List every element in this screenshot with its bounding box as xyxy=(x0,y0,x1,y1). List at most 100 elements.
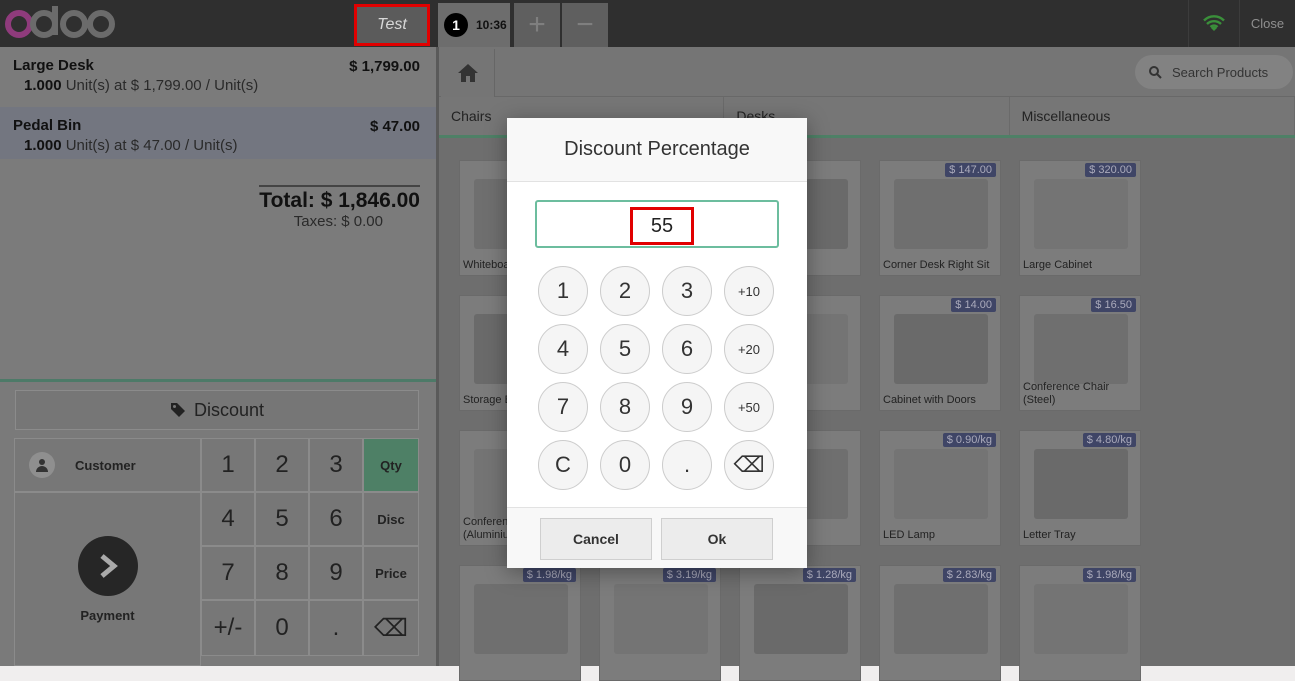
product-price-tag: $ 1.28/kg xyxy=(802,568,856,582)
dialog-key-0[interactable]: 0 xyxy=(600,440,650,490)
close-button[interactable]: Close xyxy=(1239,0,1295,47)
order-taxes: Taxes: $ 0.00 xyxy=(293,213,383,230)
numpad-key-5[interactable]: 5 xyxy=(255,492,309,546)
dialog-key-clear[interactable]: C xyxy=(538,440,588,490)
dialog-key-plus10[interactable]: +10 xyxy=(724,266,774,316)
numpad-key-9[interactable]: 9 xyxy=(309,546,363,600)
orderline-price: $ 1,799.00 xyxy=(349,58,420,75)
add-order-button[interactable]: + xyxy=(514,3,560,47)
orderline-qty: 1.000 xyxy=(24,77,62,94)
numpad-key-0[interactable]: 0 xyxy=(255,600,309,656)
orderline-name: Pedal Bin xyxy=(13,117,82,134)
orderline-detail: Unit(s) at $ 1,799.00 / Unit(s) xyxy=(65,77,259,94)
discount-button[interactable]: Discount xyxy=(15,390,419,430)
payment-button[interactable]: Payment xyxy=(14,492,201,666)
tag-icon xyxy=(170,403,185,417)
product-image xyxy=(474,584,568,654)
orderline[interactable]: Large Desk $ 1,799.00 1.000 Unit(s) at $… xyxy=(0,47,436,99)
discount-label: Discount xyxy=(193,399,265,420)
numpad-key-8[interactable]: 8 xyxy=(255,546,309,600)
numpad-key-3[interactable]: 3 xyxy=(309,438,363,492)
product-card[interactable]: $ 320.00 Large Cabinet xyxy=(1019,160,1141,276)
product-card[interactable]: $ 3.19/kg xyxy=(599,565,721,681)
search-input[interactable]: Search Products xyxy=(1135,55,1293,89)
mode-qty-button[interactable]: Qty xyxy=(363,438,419,492)
orderlines: Large Desk $ 1,799.00 1.000 Unit(s) at $… xyxy=(0,47,436,380)
product-name: Cabinet with Doors xyxy=(883,394,976,406)
orderline-qty: 1.000 xyxy=(24,137,62,154)
dialog-backspace-key[interactable]: ⌫ xyxy=(724,440,774,490)
orderline-selected[interactable]: Pedal Bin $ 47.00 1.000 Unit(s) at $ 47.… xyxy=(0,107,436,159)
product-image xyxy=(894,179,988,249)
product-price-tag: $ 16.50 xyxy=(1091,298,1136,312)
cancel-button[interactable]: Cancel xyxy=(540,518,652,560)
product-name: Large Cabinet xyxy=(1023,259,1093,271)
dialog-key-1[interactable]: 1 xyxy=(538,266,588,316)
numpad-key-2[interactable]: 2 xyxy=(255,438,309,492)
dialog-key-5[interactable]: 5 xyxy=(600,324,650,374)
numpad-key-7[interactable]: 7 xyxy=(201,546,255,600)
discount-input[interactable]: 55 xyxy=(535,200,779,248)
pane-divider xyxy=(0,379,436,382)
session-name: Test xyxy=(354,4,430,46)
dialog-footer: Cancel Ok xyxy=(507,507,807,568)
product-price-tag: $ 1.98/kg xyxy=(522,568,576,582)
numpad-key-1[interactable]: 1 xyxy=(201,438,255,492)
order-number: 1 xyxy=(444,13,468,37)
product-image xyxy=(894,314,988,384)
mode-price-button[interactable]: Price xyxy=(363,546,419,600)
order-summary: Total: $ 1,846.00 Taxes: $ 0.00 xyxy=(259,185,420,230)
product-image xyxy=(894,449,988,519)
product-image xyxy=(614,584,708,654)
dialog-key-dot[interactable]: . xyxy=(662,440,712,490)
product-card[interactable]: $ 4.80/kg Letter Tray xyxy=(1019,430,1141,546)
product-card[interactable]: $ 147.00 Corner Desk Right Sit xyxy=(879,160,1001,276)
dialog-key-8[interactable]: 8 xyxy=(600,382,650,432)
dialog-key-2[interactable]: 2 xyxy=(600,266,650,316)
product-image xyxy=(894,584,988,654)
dialog-key-plus20[interactable]: +20 xyxy=(724,324,774,374)
ok-button[interactable]: Ok xyxy=(661,518,773,560)
product-card[interactable]: $ 14.00 Cabinet with Doors xyxy=(879,295,1001,411)
wifi-icon xyxy=(1188,0,1238,47)
dialog-key-4[interactable]: 4 xyxy=(538,324,588,374)
customer-button[interactable]: Customer xyxy=(14,438,201,492)
remove-order-button[interactable]: − xyxy=(562,3,608,47)
product-card[interactable]: $ 1.28/kg xyxy=(739,565,861,681)
numpad-key-sign[interactable]: +/- xyxy=(201,600,255,656)
product-name: Letter Tray xyxy=(1023,529,1076,541)
numpad-key-6[interactable]: 6 xyxy=(309,492,363,546)
backspace-key[interactable]: ⌫ xyxy=(363,600,419,656)
mode-disc-button[interactable]: Disc xyxy=(363,492,419,546)
numpad-key-dot[interactable]: . xyxy=(309,600,363,656)
product-image xyxy=(1034,314,1128,384)
product-price-tag: $ 1.98/kg xyxy=(1082,568,1136,582)
numpad-key-4[interactable]: 4 xyxy=(201,492,255,546)
dialog-key-7[interactable]: 7 xyxy=(538,382,588,432)
user-icon xyxy=(29,452,55,478)
actionpad: Customer Payment 1 2 3 Qty 4 5 6 Disc 7 … xyxy=(14,438,419,666)
product-card[interactable]: $ 0.90/kg LED Lamp xyxy=(879,430,1001,546)
top-bar: Test 1 10:36 + − Close xyxy=(0,0,1295,47)
order-total: Total: $ 1,846.00 xyxy=(259,185,420,213)
dialog-key-9[interactable]: 9 xyxy=(662,382,712,432)
home-icon[interactable] xyxy=(441,49,495,97)
order-tab[interactable]: 1 10:36 xyxy=(438,3,510,47)
orderline-info: 1.000 Unit(s) at $ 1,799.00 / Unit(s) xyxy=(24,77,422,94)
search-placeholder: Search Products xyxy=(1172,64,1269,80)
dialog-key-6[interactable]: 6 xyxy=(662,324,712,374)
payment-label: Payment xyxy=(80,607,135,623)
category-miscellaneous[interactable]: Miscellaneous xyxy=(1010,97,1295,135)
dialog-numpad: 1 2 3 +10 4 5 6 +20 7 8 9 +50 C 0 . ⌫ xyxy=(538,266,778,490)
product-card[interactable]: $ 1.98/kg xyxy=(1019,565,1141,681)
order-pane: Large Desk $ 1,799.00 1.000 Unit(s) at $… xyxy=(0,47,436,666)
product-card[interactable]: $ 16.50 Conference Chair (Steel) xyxy=(1019,295,1141,411)
product-price-tag: $ 3.19/kg xyxy=(662,568,716,582)
product-card[interactable]: $ 1.98/kg xyxy=(459,565,581,681)
odoo-logo xyxy=(5,6,115,38)
product-card[interactable]: $ 2.83/kg xyxy=(879,565,1001,681)
dialog-key-3[interactable]: 3 xyxy=(662,266,712,316)
product-name: LED Lamp xyxy=(883,529,935,541)
search-icon xyxy=(1149,65,1162,79)
dialog-key-plus50[interactable]: +50 xyxy=(724,382,774,432)
